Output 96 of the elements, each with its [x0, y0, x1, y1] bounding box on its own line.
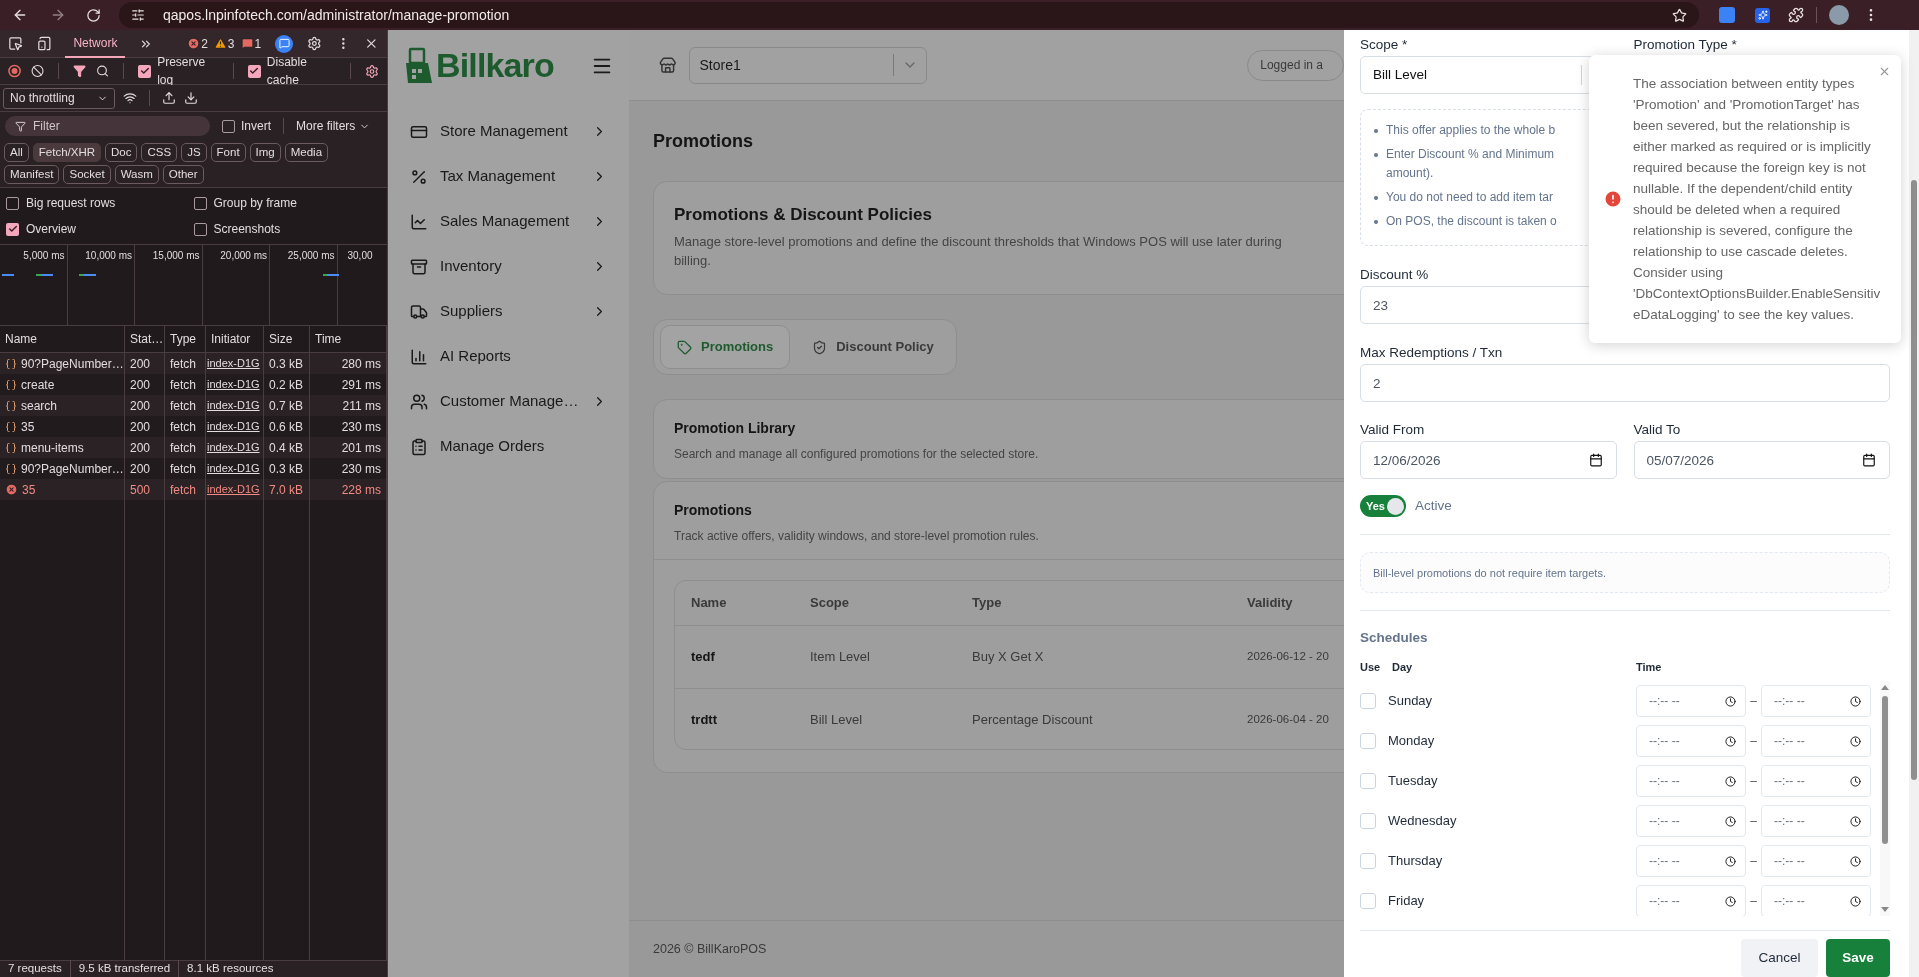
- card-description: Search and manage all configured promotions for the selected store.: [674, 446, 1040, 463]
- time-separator: –: [1749, 813, 1758, 831]
- time-separator: –: [1749, 773, 1758, 791]
- tick-label: 25,000 ms: [287, 249, 335, 263]
- table-cell-text: Item Level: [810, 648, 871, 667]
- table-cell-text: Percentage Discount: [972, 710, 1094, 729]
- table-cell-text: 230 ms: [341, 460, 381, 478]
- table-cell-text: fetch: [170, 460, 196, 478]
- column-header: Validity: [1247, 594, 1294, 613]
- table-cell-text: 200: [130, 418, 151, 436]
- table-cell-text: 200: [130, 397, 151, 415]
- table-cell-text: 90?PageNumber…: [21, 460, 124, 478]
- tick-label: 20,000 ms: [220, 249, 267, 263]
- status-text: 7 requests: [7, 961, 63, 977]
- tick-label: 15,000 ms: [152, 249, 200, 263]
- info-text: amount).: [1386, 165, 1435, 182]
- table-cell-text: 2026-06-12 - 20: [1247, 649, 1330, 665]
- field-label: Promotion Type *: [1633, 37, 1737, 53]
- tick-label: 10,000 ms: [85, 249, 132, 263]
- url-text: qapos.lnpinfotech.com/administrator/manage-promotion: [163, 5, 510, 25]
- section-title: Schedules: [1360, 629, 1429, 648]
- info-text: You do not need to add item tar: [1386, 189, 1553, 206]
- table-cell-text: fetch: [170, 418, 196, 436]
- table-cell-text: Buy X Get X: [972, 648, 1045, 667]
- column-header: Name: [691, 594, 728, 613]
- column-header: Time: [1636, 659, 1662, 675]
- table-cell-text: 0.4 kB: [269, 439, 304, 457]
- day-label: Friday: [1388, 892, 1426, 911]
- toast-message: The association between entity types 'Promotion' and 'PromotionTarget' has been severed, but the relationship is either marked as required or is implicitly required because the foreign key is not nullable. If the dependent/child entity should be deleted when a required relationship is severed, configure the relationship to use cascade deletes. Consider using 'DbContextOptionsBuilder.EnableSensitiveDataLogging' to see the key values.: [1633, 75, 1881, 324]
- page-title: Promotions: [653, 129, 754, 153]
- column-header: Scope: [810, 594, 850, 613]
- table-cell-text: trdtt: [691, 710, 718, 729]
- column-header: Use: [1360, 659, 1382, 675]
- footer-text: 2026 © BillKaroPOS: [653, 940, 767, 958]
- info-text: This offer applies to the whole b: [1386, 122, 1556, 139]
- day-label: Monday: [1388, 732, 1436, 751]
- field-label: Scope *: [1360, 37, 1408, 53]
- table-cell-text: fetch: [170, 376, 196, 394]
- table-cell-text: 228 ms: [341, 481, 381, 499]
- time-separator: –: [1749, 853, 1758, 871]
- card-title: Promotions: [674, 501, 753, 520]
- table-cell-text: 201 ms: [341, 439, 381, 457]
- tick-label: 30,00: [347, 249, 373, 263]
- table-cell-text: tedf: [691, 648, 716, 667]
- table-cell-text: search: [21, 397, 58, 415]
- table-cell-text: fetch: [170, 439, 196, 457]
- card-title: Promotion Library: [674, 419, 797, 438]
- table-cell-text: 35: [21, 418, 35, 436]
- table-cell-text: fetch: [170, 397, 196, 415]
- card-description: Track active offers, validity windows, and store-level promotion rules.: [674, 528, 1040, 545]
- card-title: Promotions & Discount Policies: [674, 204, 933, 226]
- logo-text: Billkaro: [436, 45, 554, 86]
- table-cell-text: 0.3 kB: [269, 460, 304, 478]
- table-cell-text: 7.0 kB: [269, 481, 304, 499]
- table-cell-text: 2026-06-04 - 20: [1247, 711, 1330, 727]
- day-label: Tuesday: [1388, 772, 1439, 791]
- table-cell-text: 0.6 kB: [269, 418, 304, 436]
- table-cell-text: create: [21, 376, 55, 394]
- tick-label: 5,000 ms: [23, 249, 65, 263]
- field-label: Max Redemptions / Txn: [1360, 345, 1503, 362]
- status-text: 8.1 kB resources: [178, 960, 282, 977]
- field-label: Valid From: [1360, 422, 1425, 439]
- column-header: Day: [1392, 659, 1414, 675]
- day-label: Wednesday: [1388, 812, 1458, 831]
- table-cell-text: 200: [130, 355, 151, 373]
- table-cell-text: 211 ms: [342, 397, 381, 415]
- info-text: On POS, the discount is taken o: [1386, 213, 1557, 230]
- table-cell-text: 0.3 kB: [269, 355, 304, 373]
- active-label: Active: [1415, 497, 1452, 516]
- day-label: Sunday: [1388, 692, 1434, 711]
- table-cell-text: fetch: [170, 481, 196, 499]
- table-cell-text: menu-items: [21, 439, 84, 457]
- table-cell-text: 200: [130, 439, 151, 457]
- table-cell-text: 280 ms: [341, 355, 381, 373]
- table-cell-text: 291 ms: [341, 376, 381, 394]
- table-cell-text: 500: [130, 481, 151, 499]
- table-cell-text: 90?PageNumber…: [21, 355, 124, 373]
- table-cell-text: fetch: [170, 355, 196, 373]
- time-separator: –: [1749, 893, 1758, 911]
- time-separator: –: [1749, 733, 1758, 751]
- table-cell-text: 200: [130, 376, 151, 394]
- time-separator: –: [1749, 693, 1758, 711]
- table-cell-text: 200: [130, 460, 151, 478]
- column-header: Type: [972, 594, 1003, 613]
- note-text: Bill-level promotions do not require item targets.: [1373, 565, 1606, 581]
- field-label: Valid To: [1633, 422, 1681, 439]
- card-description: Manage store-level promotions and define the discount thresholds that Windows POS will use later during billing.: [674, 232, 1283, 270]
- info-text: Enter Discount % and Minimum: [1386, 146, 1555, 163]
- table-cell-text: 35: [22, 481, 36, 499]
- field-label: Discount %: [1360, 267, 1429, 284]
- status-text: 9.5 kB transferred: [69, 960, 179, 977]
- day-label: Thursday: [1388, 852, 1444, 871]
- table-cell-text: 0.2 kB: [269, 376, 304, 394]
- table-cell-text: Bill Level: [810, 710, 864, 729]
- table-cell-text: 0.7 kB: [269, 397, 304, 415]
- table-cell-text: 230 ms: [341, 418, 381, 436]
